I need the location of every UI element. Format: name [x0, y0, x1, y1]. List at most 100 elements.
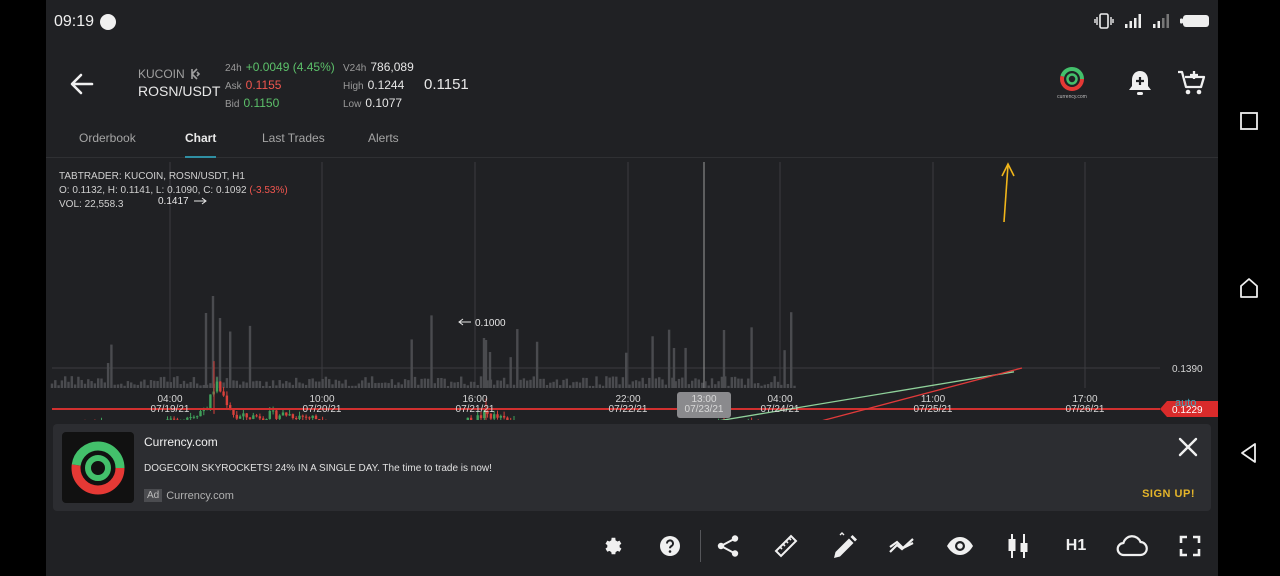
legend-title: TABTRADER: KUCOIN, ROSN/USDT, H1 — [59, 171, 245, 182]
volume-bar-31 — [153, 380, 156, 388]
candle-body-81 — [318, 419, 321, 420]
ad-banner[interactable]: Currency.com DOGECOIN SKYROCKETS! 24% IN… — [53, 424, 1211, 511]
candle-body-137 — [502, 415, 506, 418]
back-arrow-icon[interactable] — [66, 68, 98, 100]
volume-bar-143 — [522, 378, 526, 388]
volume-bar-46 — [202, 384, 205, 388]
volume-bar-40 — [182, 380, 186, 388]
home-icon[interactable] — [1237, 276, 1261, 300]
tab-last-trades[interactable]: Last Trades — [262, 118, 325, 158]
volume-bar-106 — [400, 384, 403, 388]
volume-bar-86 — [334, 379, 337, 388]
currency-com-logo[interactable]: currency.com — [1042, 60, 1102, 106]
volume-bar-3 — [60, 380, 64, 388]
volume-bar-123 — [456, 382, 460, 388]
volume-bar-122 — [453, 382, 456, 388]
ad-badge: Ad — [144, 489, 163, 502]
indicators-button[interactable] — [884, 528, 920, 564]
min-marker-arrow — [458, 318, 471, 326]
recents-icon[interactable] — [1237, 109, 1261, 133]
volume-bar-205 — [727, 385, 730, 388]
back-nav-icon[interactable] — [1237, 441, 1261, 465]
yellow-arrow-shaft — [1003, 164, 1009, 223]
candle-body-73 — [291, 414, 295, 419]
candle-body-74 — [295, 418, 298, 420]
visibility-button[interactable] — [942, 528, 978, 564]
ad-logo[interactable] — [62, 432, 134, 503]
volume-bar-96 — [367, 382, 370, 388]
help-button[interactable] — [652, 528, 688, 564]
legend-high: 0.1141 — [120, 185, 151, 196]
candle-body-38 — [176, 419, 179, 420]
candle-body-36 — [169, 418, 172, 420]
volume-bar-221 — [780, 384, 783, 388]
volume-bar-215 — [760, 385, 763, 388]
volume-bar-214 — [757, 382, 760, 388]
volume-bar-28 — [143, 379, 146, 388]
settings-button[interactable] — [594, 528, 630, 564]
volume-bar-59 — [245, 382, 248, 388]
volume-bar-176 — [631, 381, 634, 388]
ad-title[interactable]: Currency.com — [144, 435, 218, 449]
cart-plus-icon — [1178, 70, 1206, 95]
stats-column-2: V24h 786,089 High 0.1244 Low 0.1077 — [343, 58, 414, 112]
ad-source: Ad Currency.com — [144, 489, 234, 502]
volume-bar-118 — [440, 377, 443, 388]
legend-change: (-3.53%) — [249, 185, 288, 196]
draw-button[interactable] — [826, 528, 862, 564]
volume-bar-61 — [252, 381, 255, 388]
measure-button[interactable] — [768, 528, 804, 564]
volume-bar-203 — [720, 376, 724, 388]
volume-bar-72 — [288, 382, 291, 388]
volume-bar-32 — [156, 381, 159, 388]
volume-bar-67 — [271, 380, 275, 388]
volume-bar-147 — [535, 341, 539, 388]
volume-bar-19 — [113, 384, 116, 388]
auto-scale-label[interactable]: auto — [1175, 397, 1196, 409]
candle-body-53 — [225, 395, 229, 406]
volume-bar-100 — [380, 382, 384, 388]
volume-bar-217 — [766, 384, 770, 388]
timeframe-button[interactable]: H1 — [1056, 528, 1096, 564]
volume-bar-135 — [496, 380, 499, 388]
close-icon[interactable] — [1177, 436, 1199, 458]
volume-bar-167 — [601, 385, 605, 388]
candle-body-69 — [278, 415, 281, 419]
volume-bar-48 — [209, 383, 212, 388]
volume-bar-208 — [737, 378, 740, 388]
volume-bar-110 — [413, 376, 417, 388]
share-button[interactable] — [710, 528, 746, 564]
volume-bar-57 — [238, 384, 242, 388]
volume-bar-25 — [133, 384, 136, 388]
volume-bar-126 — [466, 385, 469, 388]
volume-bar-161 — [582, 377, 585, 388]
tab-orderbook[interactable]: Orderbook — [79, 118, 136, 158]
add-alert-button[interactable] — [1114, 60, 1166, 106]
add-to-cart-button[interactable] — [1166, 60, 1218, 106]
volume-bar-183 — [654, 378, 658, 388]
candle-body-41 — [186, 417, 189, 420]
volume-bar-82 — [321, 378, 324, 388]
volume-bar-87 — [337, 380, 341, 388]
tab-chart[interactable]: Chart — [185, 118, 217, 158]
chart-type-button[interactable] — [1000, 528, 1036, 564]
volume-bar-114 — [427, 378, 430, 388]
cloud-button[interactable] — [1114, 528, 1150, 564]
volume-bar-181 — [648, 377, 651, 388]
candle-body-129 — [476, 415, 479, 420]
volume-bar-53 — [225, 378, 229, 388]
volume-bar-192 — [684, 347, 687, 388]
trend-lines-icon — [889, 538, 914, 553]
sign-up-button[interactable]: SIGN UP! — [1142, 488, 1195, 500]
brand-text: currency.com — [1057, 94, 1087, 100]
volume-bar-85 — [331, 384, 334, 388]
volume-bar-193 — [687, 384, 691, 388]
volume-bar-102 — [387, 383, 390, 388]
x-tick-date-3: 07/22/21 — [609, 404, 648, 415]
tab-alerts[interactable]: Alerts — [368, 118, 399, 158]
fullscreen-button[interactable] — [1172, 528, 1208, 564]
candle-body-79 — [311, 415, 314, 419]
price-chart[interactable]: 0.14170.10000.13900.10840.09310.12290.11… — [46, 160, 1218, 420]
candle-body-72 — [288, 414, 291, 416]
volume-bar-56 — [235, 380, 238, 388]
